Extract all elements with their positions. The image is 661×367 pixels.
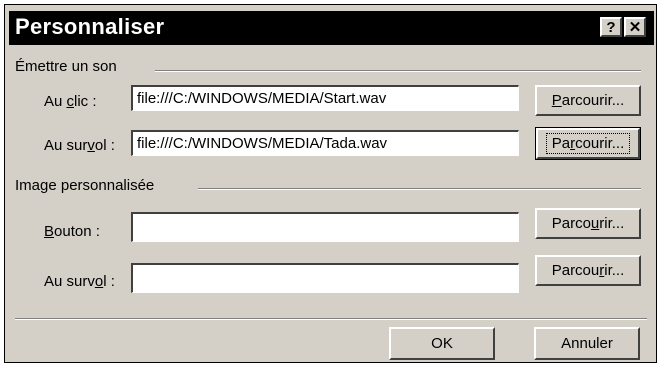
hover-image-label: Au survol :: [44, 273, 115, 290]
hover-sound-label: Au survol :: [44, 137, 115, 154]
title-bar[interactable]: Personnaliser ? ✕: [9, 11, 654, 45]
hover-image-browse-button[interactable]: Parcou r ir...: [535, 255, 641, 286]
help-icon[interactable]: ?: [600, 17, 622, 37]
sound-group-label: Émettre un son: [15, 58, 121, 75]
button-image-browse-button[interactable]: Parco u rir...: [535, 208, 641, 239]
customize-dialog: Personnaliser ? ✕ Émettre un son Au clic…: [4, 4, 657, 363]
button-image-label: Bouton :: [44, 223, 100, 240]
click-sound-label: Au clic :: [44, 93, 97, 110]
dialog-title: Personnaliser: [15, 14, 165, 39]
ok-button[interactable]: OK: [389, 327, 495, 360]
image-group-label: Image personnalisée: [15, 177, 159, 194]
footer-separator: [15, 318, 647, 320]
sound-group-divider: [155, 70, 641, 72]
hover-sound-browse-button[interactable]: Parcourir...: [535, 127, 641, 160]
cancel-button[interactable]: Annuler: [534, 327, 640, 360]
button-image-field[interactable]: [131, 212, 519, 242]
click-sound-browse-button[interactable]: Parcourir...: [535, 85, 641, 116]
close-icon[interactable]: ✕: [624, 17, 646, 37]
click-sound-field[interactable]: file:///C:/WINDOWS/MEDIA/Start.wav: [131, 85, 519, 111]
hover-image-field[interactable]: [131, 263, 519, 293]
image-group-divider: [198, 188, 641, 190]
hover-sound-field[interactable]: file:///C:/WINDOWS/MEDIA/Tada.wav: [131, 130, 519, 156]
